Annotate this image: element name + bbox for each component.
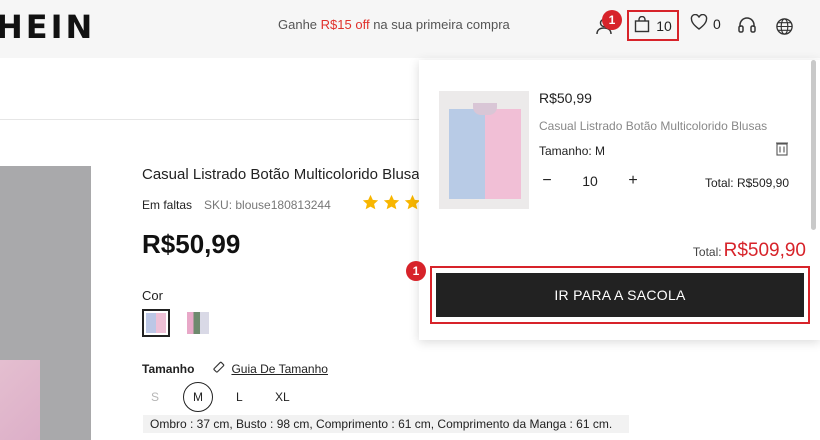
cart-total-label: Total: [692,245,722,259]
cart-item: R$50,99 Casual Listrado Botão Multicolor… [439,86,801,231]
bag-count: 10 [656,17,672,34]
ruler-icon[interactable] [212,361,225,377]
stock-row: Em faltas SKU: blouse180813244 [142,198,331,212]
top-header: HEIN Ganhe R$15 off na sua primeira comp… [0,0,820,58]
stock-status: Em faltas [142,198,193,212]
swatch-fill [146,313,166,333]
size-header: Tamanho Guia De Tamanho [142,361,328,377]
product-sku: SKU: blouse180813244 [204,198,331,212]
quantity-stepper: − 10 + [539,172,641,190]
promo-highlight: R$15 off [320,17,370,32]
bag-button[interactable]: 10 [627,10,679,41]
thumb-left-panel [449,109,485,199]
step-marker-bag: 1 [602,10,622,30]
rating-stars[interactable] [362,194,421,211]
thumb-collar [473,103,497,115]
size-options: S M L XL [142,382,332,412]
mini-cart-popup: R$50,99 Casual Listrado Botão Multicolor… [419,60,820,340]
cart-total: Total: R$509,90 [693,240,806,262]
size-option-m[interactable]: M [183,382,213,412]
product-title: Casual Listrado Botão Multicolorido Blus… [142,166,428,183]
headset-icon[interactable] [735,14,759,38]
product-main-image[interactable] [0,166,91,440]
size-measurements: Ombro : 37 cm, Busto : 98 cm, Compriment… [143,415,629,433]
color-label: Cor [142,288,163,303]
cart-item-thumbnail[interactable] [439,91,529,209]
size-option-l[interactable]: L [236,390,243,404]
promo-prefix: Ganhe [278,17,321,32]
trash-icon[interactable] [775,140,789,156]
quantity-value[interactable]: 10 [555,173,625,189]
go-to-bag-highlight: IR PARA A SACOLA [430,266,810,324]
color-swatch-2[interactable] [187,312,209,334]
promo-banner[interactable]: Ganhe R$15 off na sua primeira compra [278,17,510,32]
thumb-right-panel [485,109,521,199]
size-option-s[interactable]: S [151,390,159,404]
decrement-button[interactable]: − [539,172,555,190]
promo-suffix: na sua primeira compra [369,17,510,32]
size-label: Tamanho [142,362,195,376]
wishlist-button[interactable]: 0 [690,13,721,33]
product-price: R$50,99 [142,229,241,259]
globe-icon[interactable] [772,14,796,38]
step-marker-go-to-bag: 1 [406,261,426,281]
cart-item-name[interactable]: Casual Listrado Botão Multicolorido Blus… [539,119,767,133]
product-image-fabric [0,360,40,440]
cart-item-size: Tamanho: M [539,144,606,158]
cart-item-price: R$50,99 [539,90,592,106]
increment-button[interactable]: + [625,172,641,190]
wishlist-count: 0 [713,15,721,32]
cart-scrollbar[interactable] [811,60,816,230]
cart-item-total: Total: R$509,90 [704,176,789,190]
size-option-xl[interactable]: XL [275,390,290,404]
heart-icon [690,13,708,33]
size-guide-link[interactable]: Guia De Tamanho [231,362,328,376]
cart-total-value: R$509,90 [723,240,806,261]
star-icon [383,194,400,210]
site-logo[interactable]: HEIN [0,8,95,46]
bag-icon [634,15,650,36]
color-swatch-selected[interactable] [142,309,170,337]
star-icon [362,194,379,210]
go-to-bag-button[interactable]: IR PARA A SACOLA [436,273,804,317]
